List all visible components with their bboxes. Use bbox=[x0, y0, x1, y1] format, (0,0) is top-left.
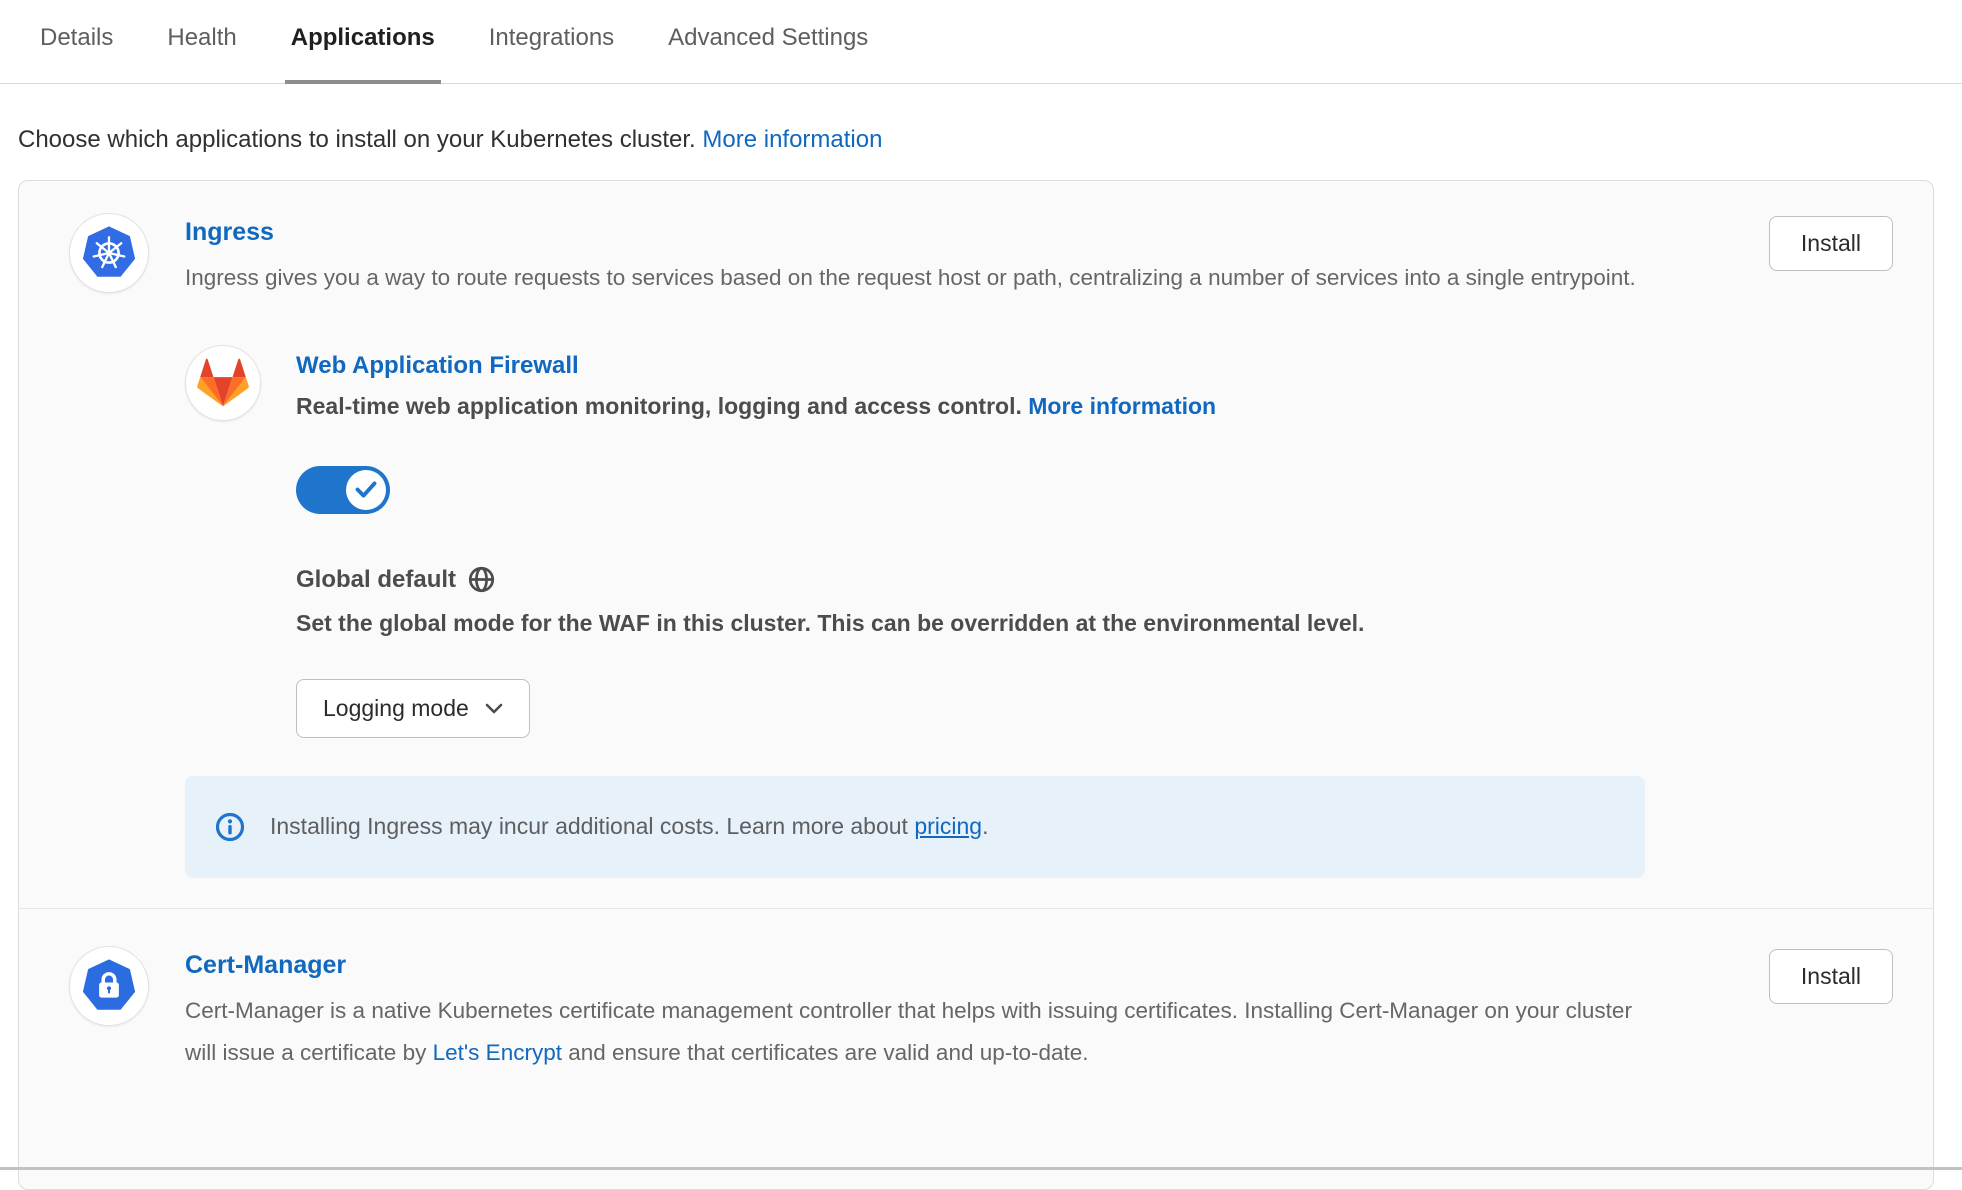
kubernetes-icon bbox=[69, 213, 149, 293]
waf-mode-selected: Logging mode bbox=[323, 695, 469, 722]
cert-manager-row: Cert-Manager Cert-Manager is a native Ku… bbox=[19, 908, 1933, 1104]
chevron-down-icon bbox=[485, 703, 503, 714]
waf-subtitle: Real-time web application monitoring, lo… bbox=[296, 393, 1364, 420]
alert-text: Installing Ingress may incur additional … bbox=[270, 813, 989, 840]
ingress-install-button[interactable]: Install bbox=[1769, 216, 1893, 271]
ingress-row: Ingress Ingress gives you a way to route… bbox=[19, 181, 1933, 908]
waf-subtitle-text: Real-time web application monitoring, lo… bbox=[296, 393, 1022, 419]
bottom-divider bbox=[0, 1167, 1962, 1170]
cert-manager-description: Cert-Manager is a native Kubernetes cert… bbox=[185, 990, 1655, 1074]
ingress-body: Ingress Ingress gives you a way to route… bbox=[185, 213, 1655, 878]
waf-global-default-label: Global default bbox=[296, 566, 1364, 594]
globe-icon bbox=[468, 566, 495, 593]
tab-advanced-settings[interactable]: Advanced Settings bbox=[662, 0, 874, 84]
lets-encrypt-link[interactable]: Let's Encrypt bbox=[433, 1040, 562, 1065]
info-icon bbox=[215, 812, 245, 842]
cert-manager-icon bbox=[69, 946, 149, 1026]
waf-more-information-link[interactable]: More information bbox=[1028, 393, 1216, 419]
toggle-knob bbox=[346, 470, 386, 510]
cert-manager-title: Cert-Manager bbox=[185, 951, 1655, 980]
ingress-cost-alert: Installing Ingress may incur additional … bbox=[185, 776, 1645, 878]
tab-applications[interactable]: Applications bbox=[285, 0, 441, 84]
tab-health[interactable]: Health bbox=[161, 0, 242, 84]
waf-global-default-help: Set the global mode for the WAF in this … bbox=[296, 610, 1364, 637]
cert-manager-install-col: Install bbox=[1769, 946, 1893, 1004]
waf-block: Web Application Firewall Real-time web a… bbox=[185, 345, 1655, 738]
waf-enabled-toggle[interactable] bbox=[296, 466, 390, 514]
tab-integrations[interactable]: Integrations bbox=[483, 0, 620, 84]
check-icon bbox=[355, 481, 377, 498]
gitlab-logo-icon bbox=[185, 345, 261, 421]
cluster-tab-bar: Details Health Applications Integrations… bbox=[0, 0, 1962, 84]
more-information-link[interactable]: More information bbox=[702, 126, 882, 153]
ingress-description: Ingress gives you a way to route request… bbox=[185, 257, 1655, 299]
applications-intro: Choose which applications to install on … bbox=[18, 126, 1962, 154]
waf-mode-dropdown[interactable]: Logging mode bbox=[296, 679, 530, 738]
waf-title: Web Application Firewall bbox=[296, 352, 1364, 380]
cert-manager-body: Cert-Manager Cert-Manager is a native Ku… bbox=[185, 946, 1655, 1074]
tab-details[interactable]: Details bbox=[34, 0, 119, 84]
ingress-title: Ingress bbox=[185, 218, 1655, 247]
ingress-install-col: Install bbox=[1769, 213, 1893, 271]
waf-content: Web Application Firewall Real-time web a… bbox=[296, 345, 1364, 738]
intro-text: Choose which applications to install on … bbox=[18, 126, 696, 153]
cert-manager-install-button[interactable]: Install bbox=[1769, 949, 1893, 1004]
applications-card: Ingress Ingress gives you a way to route… bbox=[18, 180, 1934, 1190]
pricing-link[interactable]: pricing bbox=[914, 813, 982, 839]
